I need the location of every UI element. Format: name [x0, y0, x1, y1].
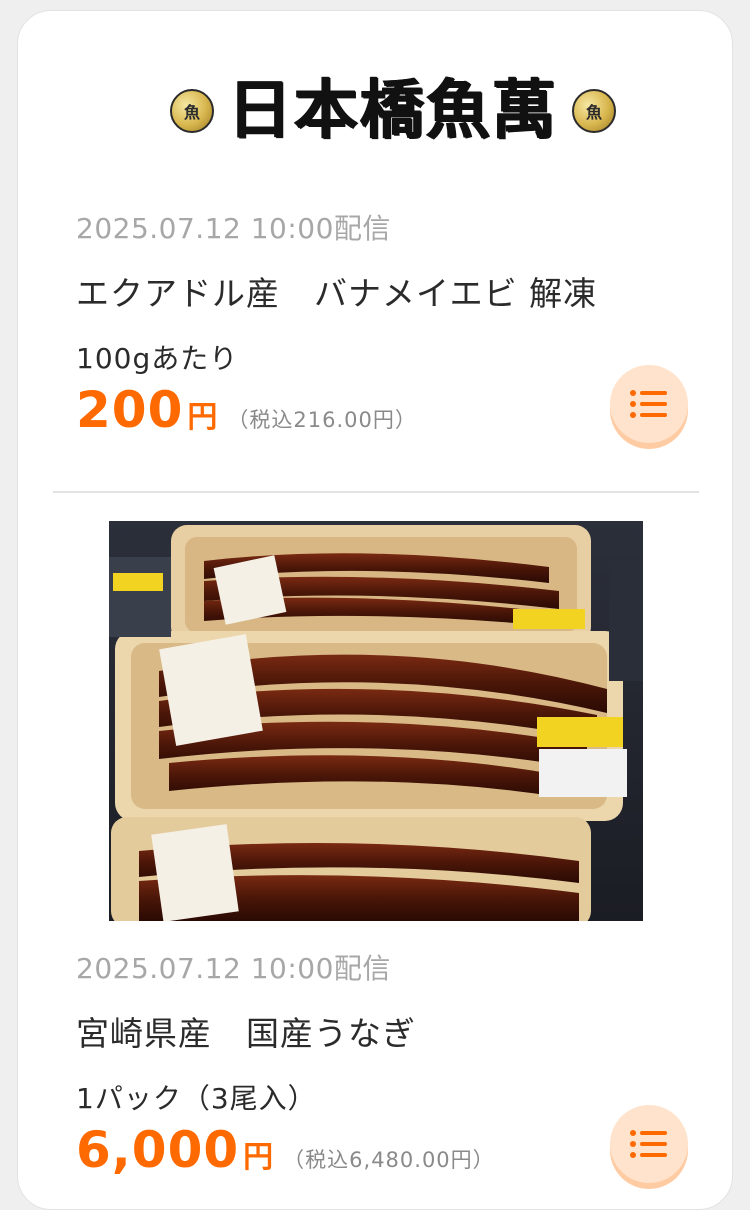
product-unit: 100gあたり [76, 342, 239, 375]
logo-text: 日本橋魚萬 [228, 73, 558, 148]
price-row: 6,000 円 （税込6,480.00円） [76, 1121, 495, 1179]
logo-medal-right: 魚 [572, 89, 616, 133]
price-row: 200 円 （税込216.00円） [76, 381, 417, 439]
logo-medal-left: 魚 [170, 89, 214, 133]
list-button[interactable] [610, 365, 688, 443]
list-button[interactable] [610, 1105, 688, 1183]
flyer-card: 魚 日本橋魚萬 魚 2025.07.12 10:00配信 エクアドル産 バナメイ… [17, 10, 733, 1210]
list-icon [630, 1130, 667, 1158]
delivery-date: 2025.07.12 10:00配信 [76, 212, 391, 245]
product-name: 宮崎県産 国産うなぎ [76, 1014, 416, 1053]
price-currency: 円 [187, 400, 218, 435]
price-tax-included: （税込216.00円） [227, 408, 417, 432]
price: 6,000 [76, 1121, 240, 1179]
product-unit: 1パック（3尾入） [76, 1082, 317, 1115]
delivery-date: 2025.07.12 10:00配信 [76, 952, 391, 985]
price-currency: 円 [243, 1140, 274, 1175]
item-divider [53, 491, 699, 493]
store-logo: 魚 日本橋魚萬 魚 [157, 61, 629, 161]
price: 200 [76, 381, 184, 439]
product-name: エクアドル産 バナメイエビ 解凍 [76, 274, 598, 313]
product-photo [109, 521, 643, 921]
list-icon [630, 390, 667, 418]
price-tax-included: （税込6,480.00円） [283, 1148, 495, 1172]
